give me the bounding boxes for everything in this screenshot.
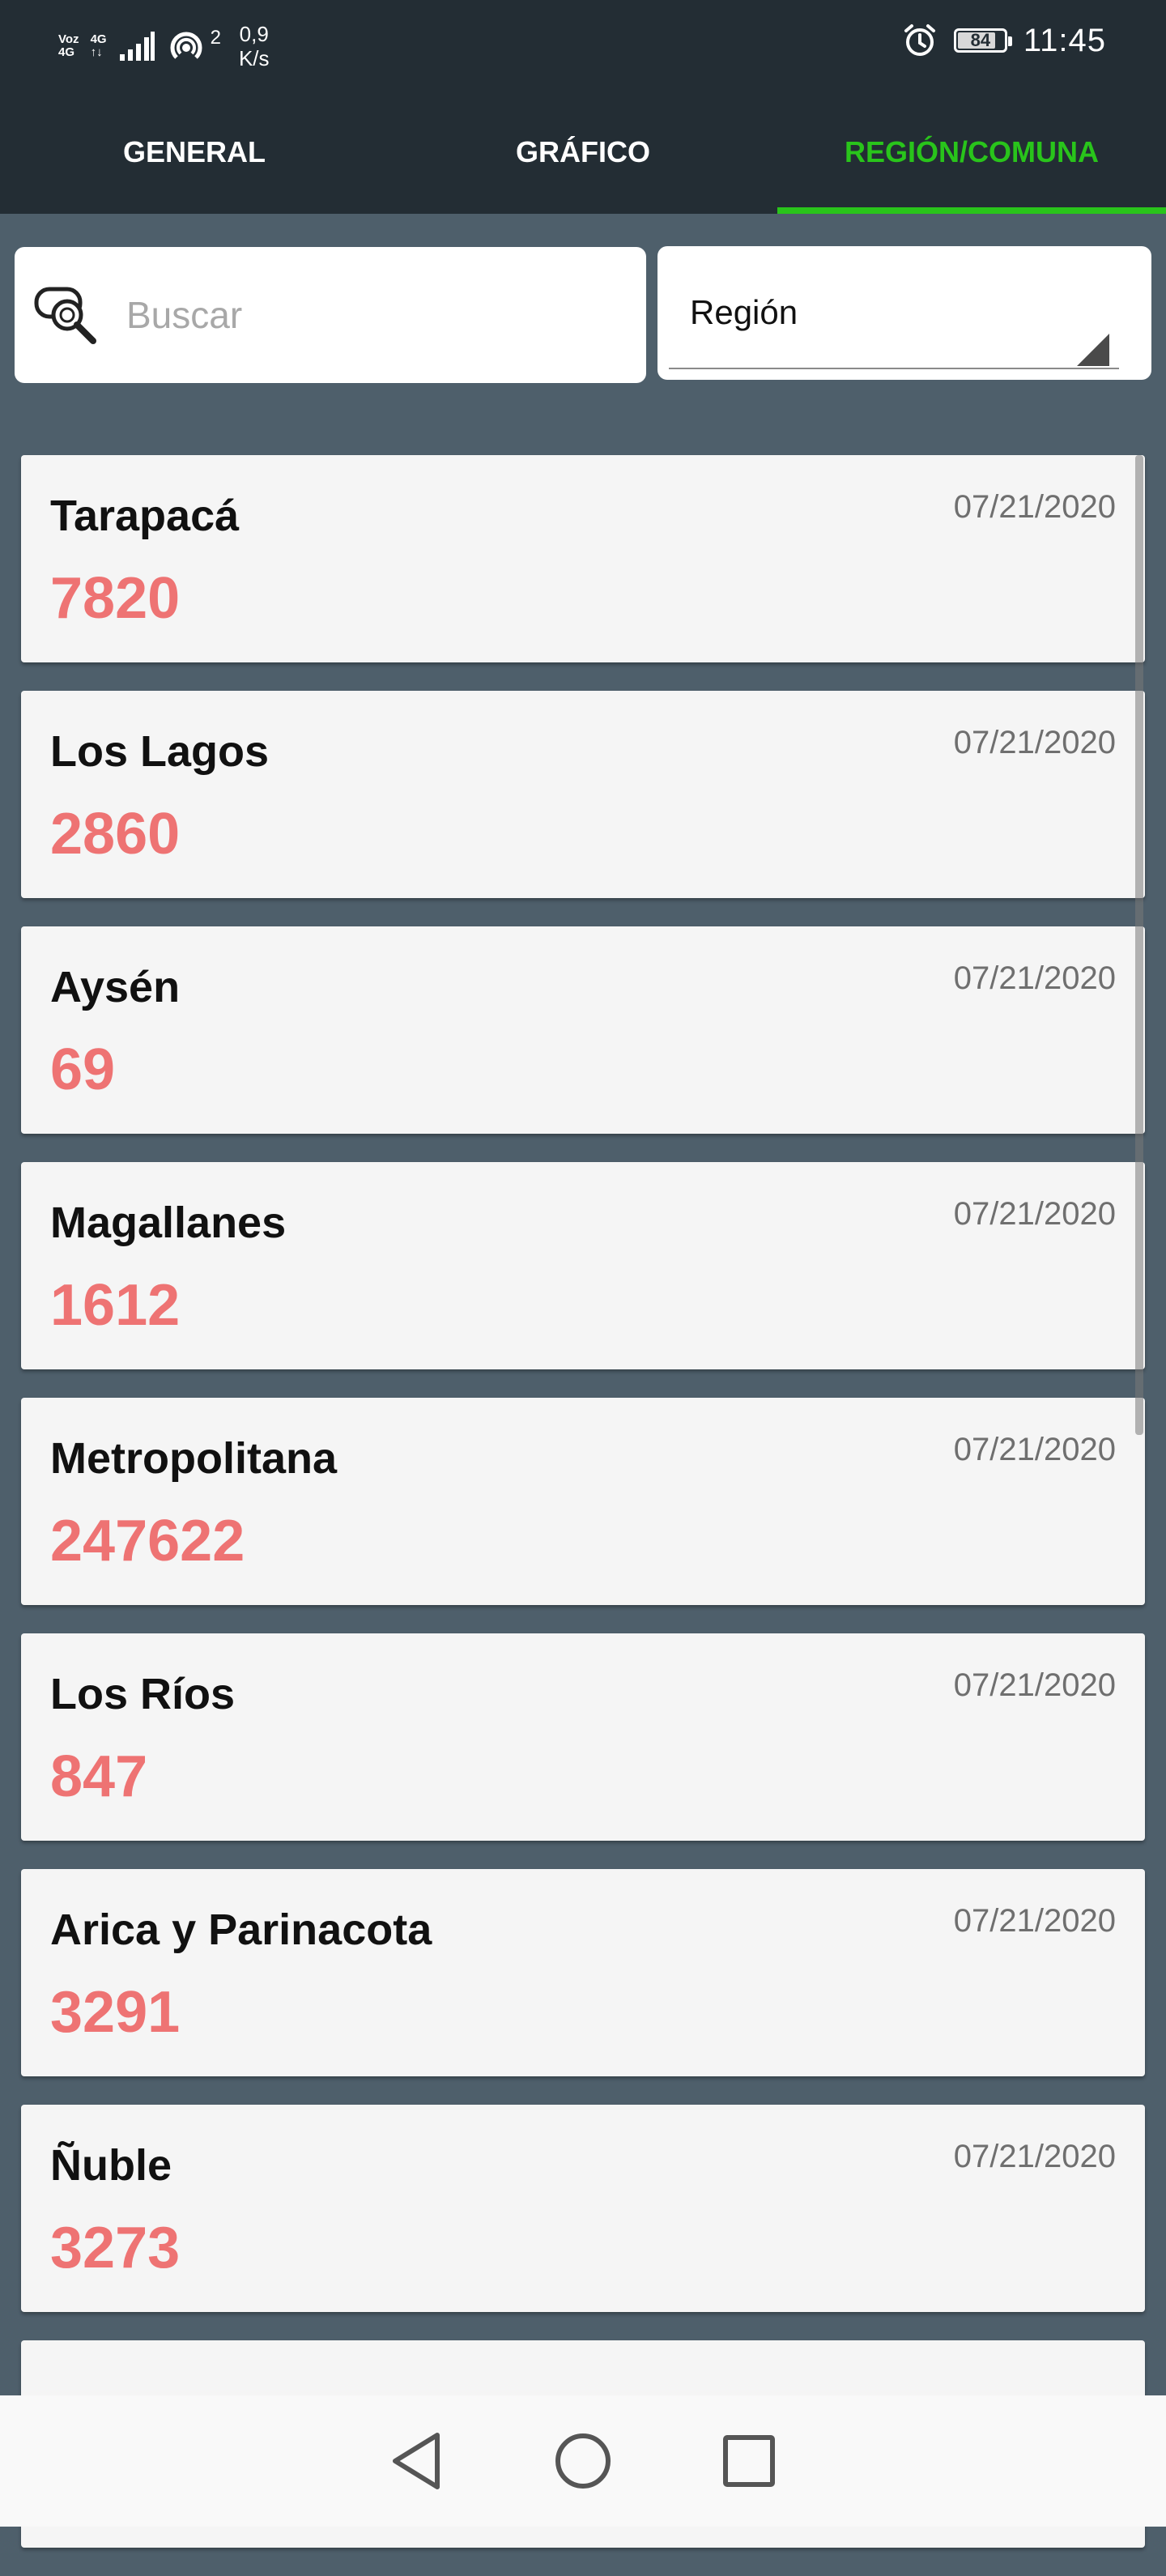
lte-label: 4G bbox=[58, 45, 75, 59]
active-tab-indicator bbox=[777, 207, 1166, 214]
tab-bar: GENERAL GRÁFICO REGIÓN/COMUNA bbox=[0, 91, 1166, 214]
recents-icon bbox=[723, 2435, 775, 2487]
region-name: Los Ríos bbox=[50, 1670, 236, 1718]
list-item[interactable]: Metropolitana 07/21/2020 247622 bbox=[21, 1398, 1145, 1605]
list-item[interactable]: Arica y Parinacota 07/21/2020 3291 bbox=[21, 1869, 1145, 2076]
list-item[interactable]: Los Ríos 07/21/2020 847 bbox=[21, 1633, 1145, 1841]
region-name: Arica y Parinacota bbox=[50, 1905, 432, 1954]
search-icon bbox=[31, 279, 104, 351]
list-item[interactable]: Aysén 07/21/2020 69 bbox=[21, 926, 1145, 1134]
region-value: 3273 bbox=[50, 2216, 181, 2280]
region-date: 07/21/2020 bbox=[953, 960, 1116, 996]
region-name: Magallanes bbox=[50, 1199, 287, 1247]
status-bar: Voz 4G 4G ↑↓ 2 0,9 K/s 84 11:45 bbox=[0, 0, 1166, 91]
tab-region-comuna[interactable]: REGIÓN/COMUNA bbox=[777, 91, 1166, 214]
list-item[interactable]: Los Lagos 07/21/2020 2860 bbox=[21, 691, 1145, 898]
battery-tip bbox=[1007, 36, 1012, 46]
status-right: 84 11:45 bbox=[902, 18, 1106, 63]
region-date: 07/21/2020 bbox=[953, 1432, 1116, 1467]
net-speed-value: 0,9 bbox=[239, 22, 269, 46]
battery-level: 84 bbox=[970, 30, 991, 50]
list-item[interactable]: Tarapacá 07/21/2020 7820 bbox=[21, 455, 1145, 662]
clock: 11:45 bbox=[1023, 22, 1106, 58]
region-list: Tarapacá 07/21/2020 7820 Los Lagos 07/21… bbox=[21, 455, 1145, 2576]
region-name: Tarapacá bbox=[50, 492, 240, 540]
signal-arrows: ↑↓ bbox=[90, 45, 103, 59]
region-date: 07/21/2020 bbox=[953, 1667, 1116, 1703]
signal-label: 4G bbox=[90, 32, 107, 46]
region-date: 07/21/2020 bbox=[953, 1903, 1116, 1939]
tab-region-comuna-label: REGIÓN/COMUNA bbox=[845, 135, 1099, 168]
back-button[interactable] bbox=[377, 2421, 457, 2501]
net-speed: 0,9 K/s bbox=[239, 22, 270, 70]
region-value: 1612 bbox=[50, 1273, 181, 1338]
search-input[interactable] bbox=[125, 292, 614, 338]
tab-grafico[interactable]: GRÁFICO bbox=[389, 91, 777, 214]
region-name: Ñuble bbox=[50, 2141, 172, 2190]
signal-icon bbox=[119, 32, 155, 61]
net-speed-unit: K/s bbox=[238, 46, 270, 70]
hotspot-count: 2 bbox=[210, 27, 221, 49]
recents-button[interactable] bbox=[709, 2421, 789, 2501]
list-scrollbar[interactable] bbox=[1135, 455, 1143, 1435]
tab-general[interactable]: GENERAL bbox=[0, 91, 389, 214]
home-button[interactable] bbox=[543, 2421, 623, 2501]
region-select-underline bbox=[669, 368, 1119, 369]
search-box[interactable] bbox=[15, 247, 646, 383]
status-left: Voz 4G 4G ↑↓ 2 0,9 K/s bbox=[58, 18, 270, 75]
region-date: 07/21/2020 bbox=[953, 1196, 1116, 1232]
region-date: 07/21/2020 bbox=[953, 725, 1116, 760]
region-select-value: Región bbox=[690, 293, 798, 331]
signal-label-group: 4G ↑↓ bbox=[91, 33, 107, 59]
region-value: 247622 bbox=[50, 1509, 245, 1573]
region-value: 847 bbox=[50, 1744, 148, 1809]
region-name: Metropolitana bbox=[50, 1434, 338, 1483]
region-select[interactable]: Región bbox=[657, 246, 1151, 380]
dropdown-arrow-icon bbox=[1077, 334, 1109, 366]
region-value: 3291 bbox=[50, 1980, 181, 2045]
tab-grafico-label: GRÁFICO bbox=[516, 135, 650, 168]
voz-label: Voz bbox=[58, 32, 79, 46]
carrier-labels: Voz 4G bbox=[58, 33, 79, 59]
hotspot-icon bbox=[170, 32, 202, 59]
alarm-icon bbox=[904, 24, 935, 56]
back-icon bbox=[393, 2433, 440, 2489]
battery-icon: 84 bbox=[953, 28, 1012, 53]
home-icon bbox=[555, 2433, 611, 2489]
list-item[interactable]: Magallanes 07/21/2020 1612 bbox=[21, 1162, 1145, 1369]
system-nav-bar bbox=[0, 2395, 1166, 2527]
tab-general-label: GENERAL bbox=[122, 135, 266, 168]
region-value: 2860 bbox=[50, 802, 181, 866]
region-date: 07/21/2020 bbox=[953, 2139, 1116, 2174]
region-date: 07/21/2020 bbox=[953, 489, 1116, 525]
list-item[interactable]: Ñuble 07/21/2020 3273 bbox=[21, 2105, 1145, 2312]
region-value: 69 bbox=[50, 1037, 116, 1102]
region-name: Los Lagos bbox=[50, 727, 270, 776]
region-value: 7820 bbox=[50, 566, 181, 631]
region-name: Aysén bbox=[50, 963, 181, 1011]
